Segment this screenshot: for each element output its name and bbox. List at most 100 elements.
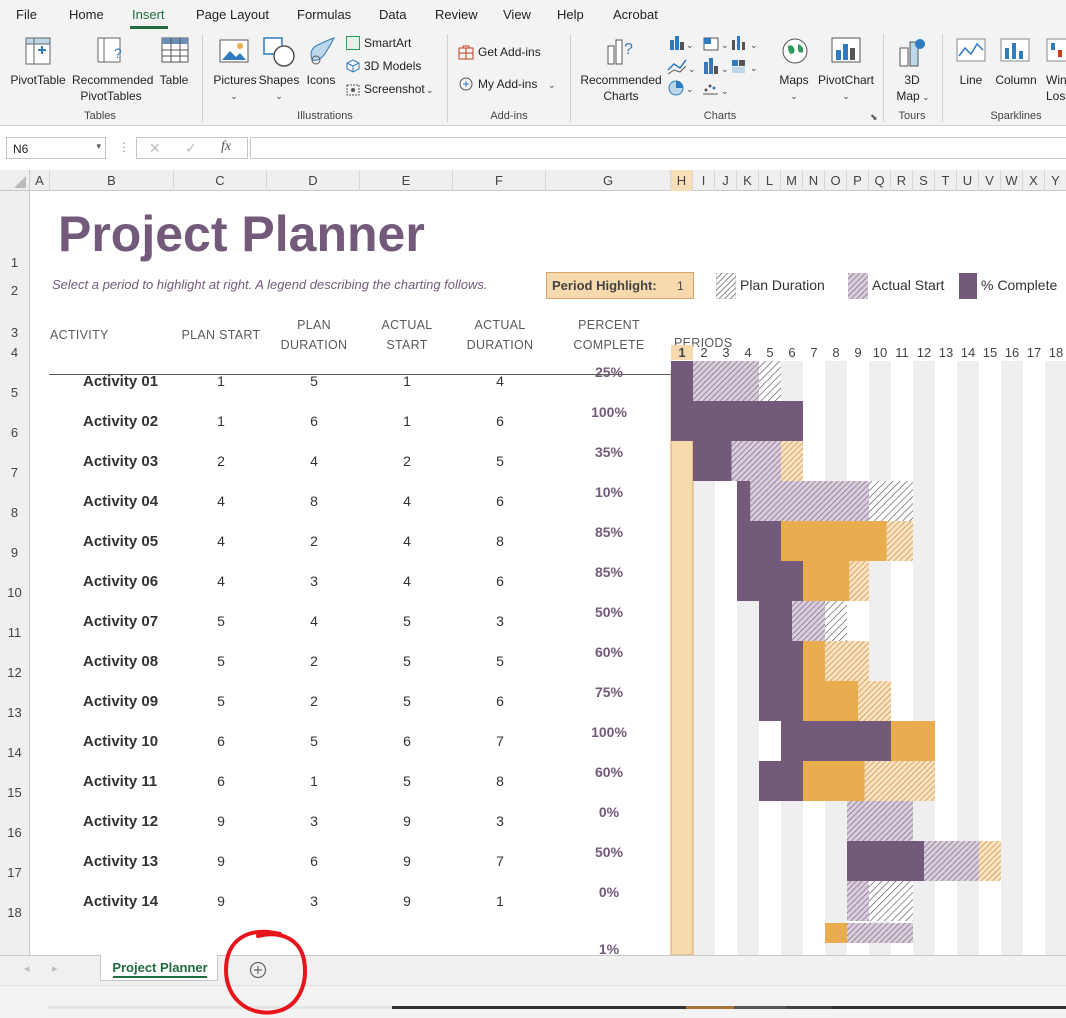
pivottable-button[interactable]: PivotTable — [8, 34, 68, 104]
actual-duration-cell[interactable]: 8 — [453, 773, 547, 789]
activity-name[interactable]: Activity 02 — [83, 413, 158, 430]
plan-start-cell[interactable]: 9 — [174, 853, 268, 869]
plan-start-cell[interactable]: 4 — [174, 573, 268, 589]
activity-name[interactable]: Activity 13 — [83, 853, 158, 870]
plan-start-cell[interactable]: 5 — [174, 653, 268, 669]
plan-duration-cell[interactable]: 3 — [267, 573, 361, 589]
row-header-4[interactable]: 4 — [0, 345, 29, 360]
plan-duration-cell[interactable]: 3 — [267, 893, 361, 909]
percent-complete-cell[interactable]: 50% — [560, 604, 658, 620]
my-addins-button[interactable]: My Add-ins ⌄ — [456, 75, 560, 93]
activity-name[interactable]: Activity 04 — [83, 493, 158, 510]
row-header-6[interactable]: 6 — [0, 425, 29, 440]
smartart-button[interactable]: SmartArt — [344, 35, 434, 53]
actual-start-cell[interactable]: 1 — [360, 373, 454, 389]
percent-complete-cell[interactable]: 85% — [560, 564, 658, 580]
row-header-13[interactable]: 13 — [0, 705, 29, 720]
plan-start-cell[interactable]: 4 — [174, 533, 268, 549]
column-header-X[interactable]: X — [1023, 170, 1045, 191]
column-header-M[interactable]: M — [781, 170, 803, 191]
activity-name[interactable]: Activity 05 — [83, 533, 158, 550]
actual-start-cell[interactable]: 4 — [360, 493, 454, 509]
activity-name[interactable]: Activity 09 — [83, 693, 158, 710]
actual-duration-cell[interactable]: 6 — [453, 573, 547, 589]
actual-duration-cell[interactable]: 3 — [453, 613, 547, 629]
plan-start-cell[interactable]: 9 — [174, 813, 268, 829]
3d-models-button[interactable]: 3D Models — [344, 58, 434, 76]
actual-start-cell[interactable]: 6 — [360, 733, 454, 749]
percent-complete-cell[interactable]: 0% — [560, 804, 658, 820]
cancel-icon[interactable]: ✕ — [149, 140, 161, 157]
percent-complete-cell[interactable]: 75% — [560, 684, 658, 700]
actual-start-cell[interactable]: 9 — [360, 893, 454, 909]
actual-duration-cell[interactable]: 5 — [453, 453, 547, 469]
actual-duration-cell[interactable]: 1 — [453, 893, 547, 909]
formula-input[interactable] — [250, 137, 1066, 159]
menu-review[interactable]: Review — [435, 7, 478, 22]
maps-button[interactable]: Maps ⌄ — [774, 34, 814, 104]
plan-start-cell[interactable]: 1 — [174, 373, 268, 389]
plan-duration-cell[interactable]: 5 — [267, 373, 361, 389]
menu-help[interactable]: Help — [557, 7, 584, 22]
menu-home[interactable]: Home — [69, 7, 104, 22]
enter-icon[interactable]: ✓ — [185, 140, 197, 157]
chart-type-grid[interactable]: ⌄ ⌄ ⌄ ⌄ ⌄ ⌄ ⌄ ⌄ — [666, 34, 766, 104]
column-header-E[interactable]: E — [360, 170, 453, 191]
percent-complete-cell[interactable]: 25% — [560, 364, 658, 380]
column-header-L[interactable]: L — [759, 170, 781, 191]
row-header-11[interactable]: 11 — [0, 625, 29, 640]
actual-start-cell[interactable]: 5 — [360, 613, 454, 629]
plan-duration-cell[interactable]: 2 — [267, 653, 361, 669]
percent-complete-cell[interactable]: 60% — [560, 644, 658, 660]
plan-duration-cell[interactable]: 2 — [267, 693, 361, 709]
recommended-pivottables-button[interactable]: ? Recommended PivotTables — [72, 34, 153, 104]
plan-duration-cell[interactable]: 6 — [267, 853, 361, 869]
sparkline-column-button[interactable]: Column — [992, 34, 1040, 104]
row-header-5[interactable]: 5 — [0, 385, 29, 400]
row-header-1[interactable]: 1 — [0, 255, 29, 270]
activity-name[interactable]: Activity 06 — [83, 573, 158, 590]
column-header-S[interactable]: S — [913, 170, 935, 191]
column-header-Y[interactable]: Y — [1045, 170, 1066, 191]
sheet-tab-project-planner[interactable]: Project Planner — [100, 955, 218, 981]
row-header-18[interactable]: 18 — [0, 905, 29, 920]
actual-duration-cell[interactable]: 6 — [453, 413, 547, 429]
recommended-charts-button[interactable]: ? Recommended Charts — [578, 34, 664, 104]
plan-duration-cell[interactable]: 2 — [267, 533, 361, 549]
select-all-corner[interactable] — [0, 170, 30, 191]
actual-duration-cell[interactable]: 7 — [453, 853, 547, 869]
insert-function-icon[interactable]: fx — [221, 139, 231, 155]
row-header-15[interactable]: 15 — [0, 785, 29, 800]
column-header-W[interactable]: W — [1001, 170, 1023, 191]
row-header-3[interactable]: 3 — [0, 325, 29, 340]
plan-start-cell[interactable]: 5 — [174, 693, 268, 709]
column-header-B[interactable]: B — [50, 170, 174, 191]
plan-duration-cell[interactable]: 8 — [267, 493, 361, 509]
column-header-Q[interactable]: Q — [869, 170, 891, 191]
plan-duration-cell[interactable]: 3 — [267, 813, 361, 829]
plan-start-cell[interactable]: 6 — [174, 773, 268, 789]
plan-start-cell[interactable]: 6 — [174, 733, 268, 749]
actual-duration-cell[interactable]: 8 — [453, 533, 547, 549]
column-header-T[interactable]: T — [935, 170, 957, 191]
actual-start-cell[interactable]: 5 — [360, 653, 454, 669]
percent-complete-cell[interactable]: 35% — [560, 444, 658, 460]
percent-complete-cell[interactable]: 100% — [560, 404, 658, 420]
plan-duration-cell[interactable]: 4 — [267, 613, 361, 629]
column-header-O[interactable]: O — [825, 170, 847, 191]
screenshot-button[interactable]: Screenshot ⌄ — [344, 81, 440, 99]
column-header-P[interactable]: P — [847, 170, 869, 191]
percent-complete-cell[interactable]: 0% — [560, 884, 658, 900]
menu-data[interactable]: Data — [379, 7, 406, 22]
actual-start-cell[interactable]: 9 — [360, 813, 454, 829]
column-header-D[interactable]: D — [267, 170, 360, 191]
percent-complete-cell[interactable]: 100% — [560, 724, 658, 740]
menu-insert[interactable]: Insert — [132, 7, 165, 22]
actual-duration-cell[interactable]: 4 — [453, 373, 547, 389]
table-button[interactable]: Table — [156, 34, 192, 104]
activity-name[interactable]: Activity 11 — [83, 773, 157, 790]
column-header-G[interactable]: G — [546, 170, 671, 191]
activity-name[interactable]: Activity 14 — [83, 893, 158, 910]
plan-start-cell[interactable]: 5 — [174, 613, 268, 629]
row-header-2[interactable]: 2 — [0, 283, 29, 298]
